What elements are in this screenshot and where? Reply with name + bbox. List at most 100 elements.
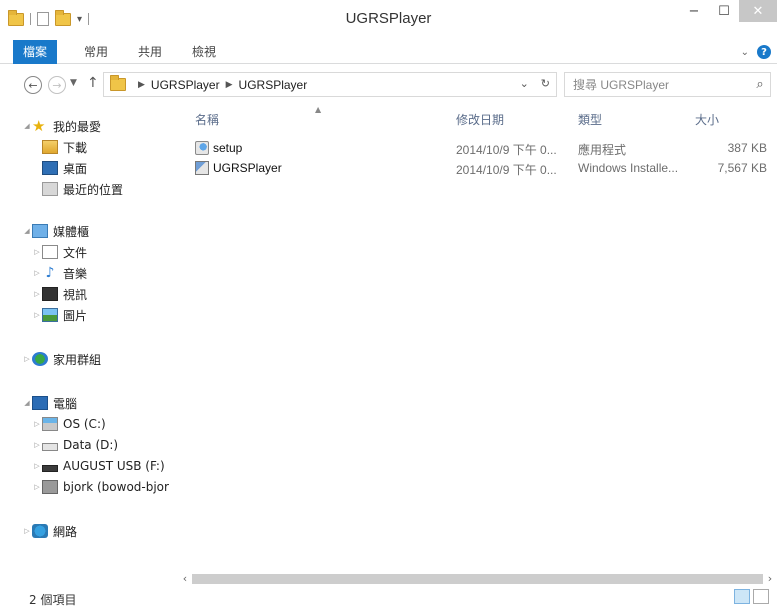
window-title: UGRSPlayer bbox=[345, 10, 432, 27]
downloads-folder-icon bbox=[42, 140, 58, 154]
file-name-cell: UGRSPlayer bbox=[195, 161, 445, 175]
sidebar-item-label: AUGUST USB (F:) bbox=[63, 459, 165, 473]
file-date: 2014/10/9 下午 0... bbox=[456, 163, 557, 177]
homegroup-icon bbox=[32, 352, 48, 366]
maximize-button[interactable]: ☐ bbox=[709, 0, 739, 22]
breadcrumb-item[interactable]: UGRSPlayer bbox=[151, 78, 220, 92]
address-dropdown-icon[interactable]: ⌄ bbox=[520, 77, 529, 90]
collapse-icon[interactable]: ◢ bbox=[22, 122, 32, 130]
expand-icon[interactable]: ▷ bbox=[32, 483, 42, 491]
close-button[interactable]: ✕ bbox=[739, 0, 777, 22]
videos-icon bbox=[42, 287, 58, 301]
star-icon: ★ bbox=[32, 117, 46, 135]
sidebar-item-label: Data (D:) bbox=[63, 438, 119, 452]
details-view-icon[interactable] bbox=[734, 589, 750, 604]
large-icons-view-icon[interactable] bbox=[753, 589, 769, 604]
expand-icon[interactable]: ▷ bbox=[32, 290, 42, 298]
column-header-date[interactable]: 修改日期 bbox=[456, 111, 504, 128]
table-row[interactable]: setup 2014/10/9 下午 0... 應用程式 387 KB bbox=[178, 139, 777, 159]
status-bar: 2 個項目 bbox=[0, 588, 777, 608]
expand-icon[interactable]: ▷ bbox=[32, 441, 42, 449]
tab-home[interactable]: 常用 bbox=[76, 40, 116, 64]
tab-view[interactable]: 檢視 bbox=[184, 40, 224, 64]
search-box[interactable]: 搜尋 UGRSPlayer ⌕ bbox=[564, 72, 771, 97]
sidebar-item-homegroup[interactable]: ▷ 家用群組 bbox=[22, 348, 101, 370]
expand-ribbon-icon[interactable]: ⌄ bbox=[741, 47, 749, 58]
sidebar-item-label: 圖片 bbox=[63, 308, 88, 323]
horizontal-scrollbar[interactable]: ‹ › bbox=[178, 572, 777, 586]
tab-share[interactable]: 共用 bbox=[130, 40, 170, 64]
refresh-icon[interactable]: ↻ bbox=[541, 77, 550, 90]
item-count: 2 個項目 bbox=[29, 593, 77, 607]
sidebar-item-videos[interactable]: ▷ 視訊 bbox=[32, 283, 87, 305]
sidebar-item-libraries[interactable]: ◢ 媒體櫃 bbox=[22, 220, 89, 242]
breadcrumb: ▶ UGRSPlayer ▶ UGRSPlayer bbox=[132, 78, 307, 92]
back-arrow-icon: ← bbox=[28, 78, 38, 92]
navigation-bar: ← → ▼ ↑ ▶ UGRSPlayer ▶ UGRSPlayer ⌄ ↻ 搜尋… bbox=[0, 65, 777, 103]
sidebar-item-label: 下載 bbox=[63, 140, 88, 155]
sidebar-item-label: 視訊 bbox=[63, 287, 88, 302]
setup-app-icon bbox=[195, 141, 209, 155]
sidebar-item-drive-f[interactable]: ▷ AUGUST USB (F:) bbox=[32, 455, 165, 477]
sidebar-item-network[interactable]: ▷ 網路 bbox=[22, 520, 77, 542]
folder-icon bbox=[110, 75, 126, 91]
ribbon-tabs: 檔案 常用 共用 檢視 ⌄ ? bbox=[0, 40, 777, 64]
title-bar: ▾ UGRSPlayer − ☐ ✕ bbox=[0, 0, 777, 40]
sidebar-item-downloads[interactable]: 下載 bbox=[42, 136, 87, 158]
sidebar-item-network-drive[interactable]: ▷ bjork (bowod-bjor bbox=[32, 476, 169, 498]
address-bar[interactable]: ▶ UGRSPlayer ▶ UGRSPlayer ⌄ ↻ bbox=[103, 72, 557, 97]
network-drive-icon bbox=[42, 480, 58, 494]
expand-icon[interactable]: ▷ bbox=[22, 527, 32, 535]
expand-icon[interactable]: ▷ bbox=[32, 248, 42, 256]
sidebar-item-favorites[interactable]: ◢ ★ 我的最愛 bbox=[22, 115, 101, 137]
tab-file[interactable]: 檔案 bbox=[13, 40, 57, 64]
chevron-right-icon[interactable]: ▶ bbox=[138, 79, 145, 90]
scroll-left-icon[interactable]: ‹ bbox=[178, 572, 192, 586]
forward-button[interactable]: → bbox=[48, 76, 66, 94]
column-header-type[interactable]: 類型 bbox=[578, 111, 602, 128]
sidebar-item-recent-places[interactable]: 最近的位置 bbox=[42, 178, 123, 200]
breadcrumb-item[interactable]: UGRSPlayer bbox=[239, 78, 308, 92]
file-list: ▲ 名稱 修改日期 類型 大小 setup 2014/10/9 下午 0... … bbox=[178, 105, 777, 572]
sidebar-item-computer[interactable]: ◢ 電腦 bbox=[22, 392, 77, 414]
sidebar-item-pictures[interactable]: ▷ 圖片 bbox=[32, 304, 87, 326]
sidebar-item-label: 家用群組 bbox=[53, 352, 102, 367]
sidebar-item-label: 音樂 bbox=[63, 266, 88, 281]
sidebar-item-label: 網路 bbox=[53, 524, 78, 539]
table-row[interactable]: UGRSPlayer 2014/10/9 下午 0... Windows Ins… bbox=[178, 159, 777, 179]
collapse-icon[interactable]: ◢ bbox=[22, 399, 32, 407]
up-button[interactable]: ↑ bbox=[87, 75, 99, 91]
installer-package-icon bbox=[195, 161, 209, 175]
sidebar-item-desktop[interactable]: 桌面 bbox=[42, 157, 87, 179]
column-header-size[interactable]: 大小 bbox=[695, 111, 719, 128]
expand-icon[interactable]: ▷ bbox=[32, 420, 42, 428]
scrollbar-track[interactable] bbox=[192, 574, 763, 584]
expand-icon[interactable]: ▷ bbox=[32, 311, 42, 319]
scrollbar-thumb[interactable] bbox=[192, 574, 763, 584]
minimize-button[interactable]: − bbox=[679, 0, 709, 22]
sidebar-item-drive-c[interactable]: ▷ OS (C:) bbox=[32, 413, 106, 435]
file-name: setup bbox=[213, 141, 243, 155]
libraries-icon bbox=[32, 224, 48, 238]
expand-icon[interactable]: ▷ bbox=[32, 269, 42, 277]
search-icon[interactable]: ⌕ bbox=[750, 77, 770, 92]
sidebar-item-label: 桌面 bbox=[63, 161, 88, 176]
computer-icon bbox=[32, 396, 48, 410]
file-date: 2014/10/9 下午 0... bbox=[456, 143, 557, 157]
sidebar-item-label: 我的最愛 bbox=[53, 119, 102, 134]
back-button[interactable]: ← bbox=[24, 76, 42, 94]
expand-icon[interactable]: ▷ bbox=[22, 355, 32, 363]
recent-locations-dropdown-icon[interactable]: ▼ bbox=[70, 78, 77, 88]
chevron-right-icon[interactable]: ▶ bbox=[226, 79, 233, 90]
collapse-icon[interactable]: ◢ bbox=[22, 227, 32, 235]
column-header-name[interactable]: 名稱 bbox=[195, 111, 219, 128]
sidebar-item-music[interactable]: ▷ ♪ 音樂 bbox=[32, 262, 87, 284]
search-input[interactable]: 搜尋 UGRSPlayer bbox=[565, 76, 750, 93]
help-icon[interactable]: ? bbox=[757, 45, 771, 59]
sidebar-item-drive-d[interactable]: ▷ Data (D:) bbox=[32, 434, 118, 456]
scroll-right-icon[interactable]: › bbox=[763, 572, 777, 586]
music-icon: ♪ bbox=[45, 265, 55, 281]
expand-icon[interactable]: ▷ bbox=[32, 462, 42, 470]
sidebar-item-documents[interactable]: ▷ 文件 bbox=[32, 241, 87, 263]
forward-arrow-icon: → bbox=[52, 78, 62, 92]
